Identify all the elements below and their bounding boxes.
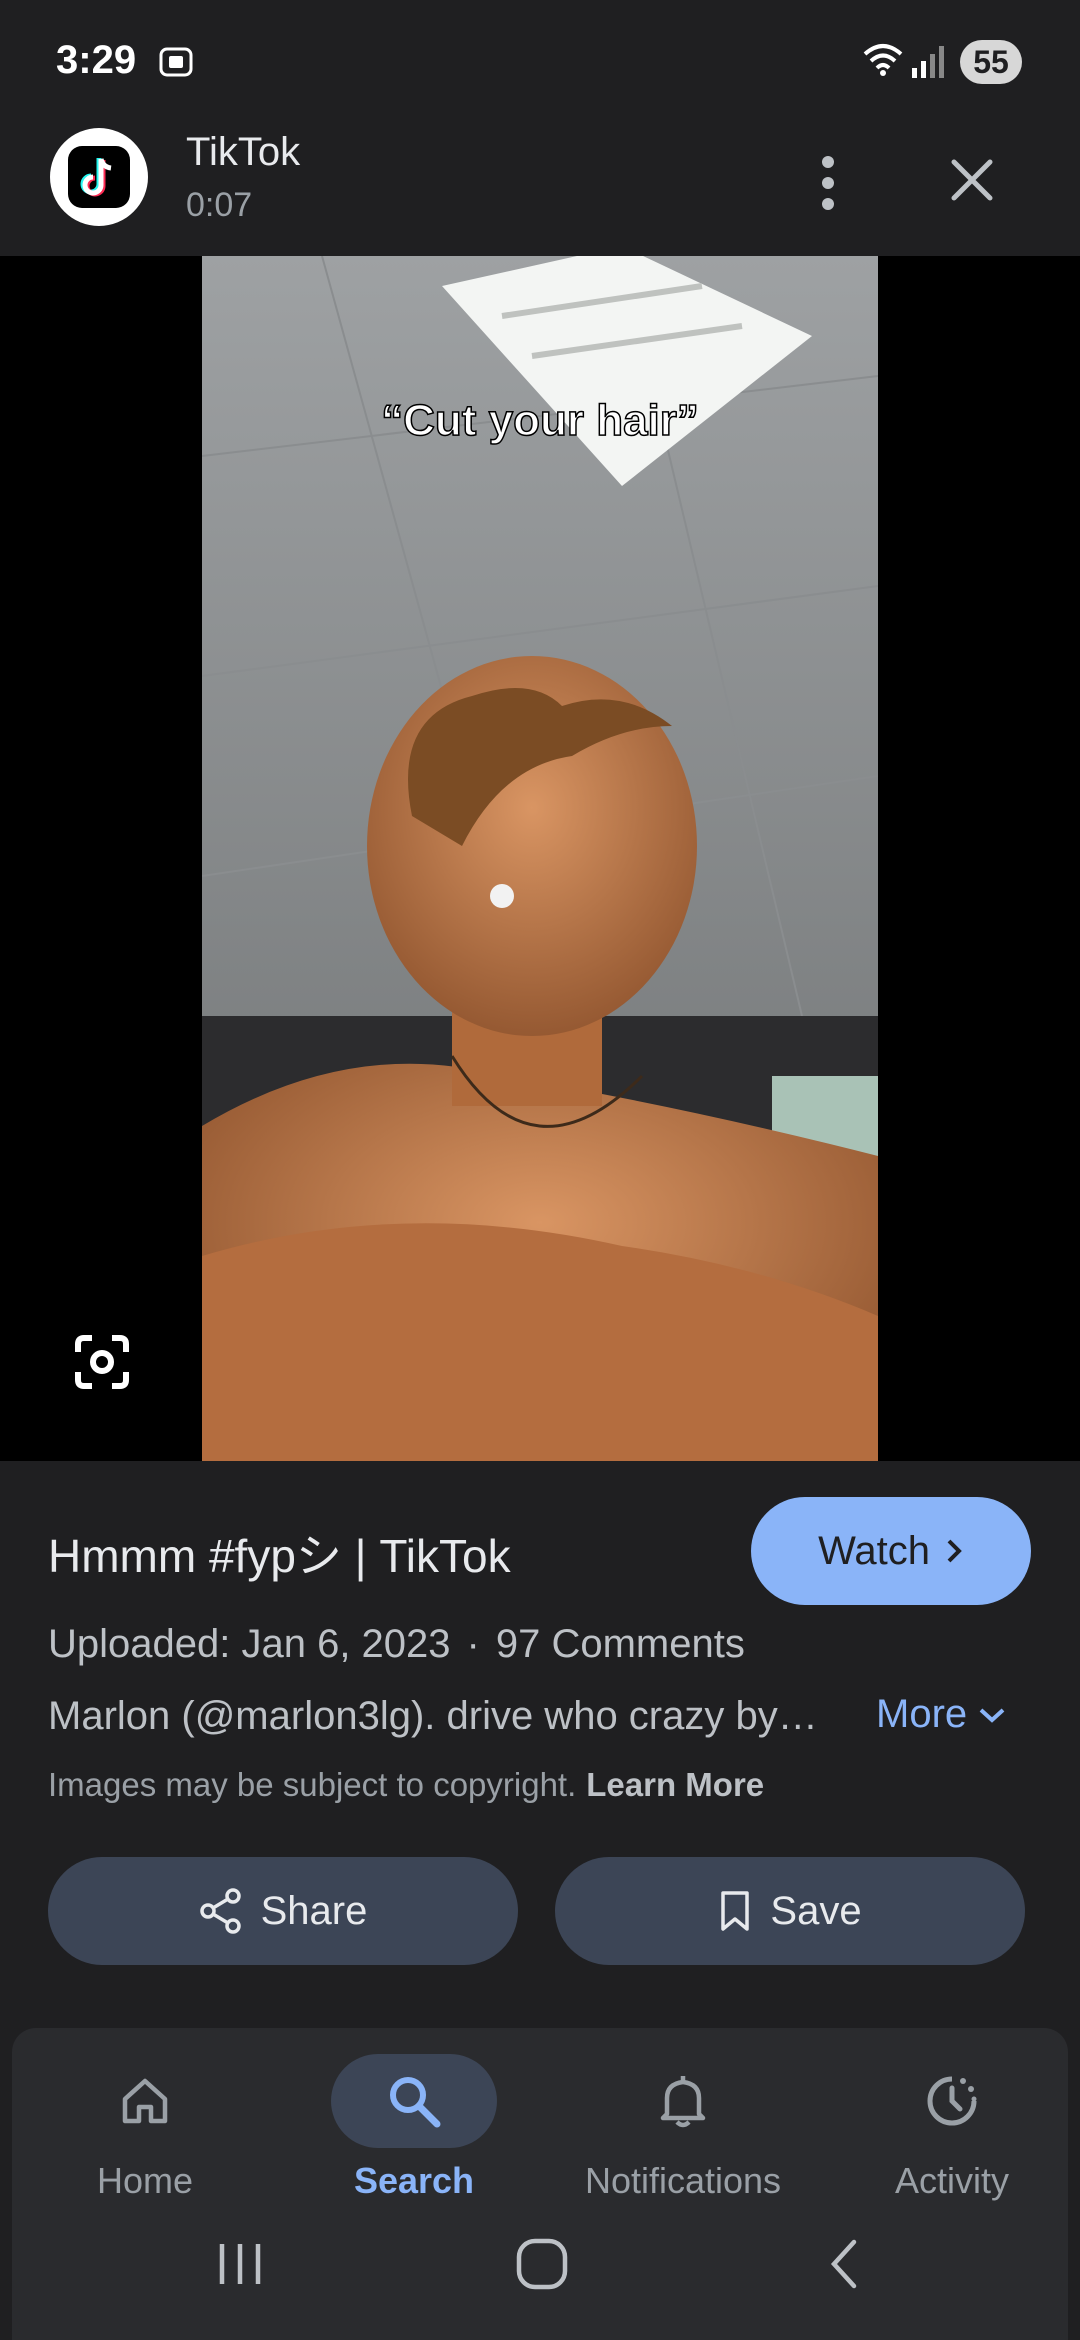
search-icon: [390, 2077, 441, 2128]
save-label: Save: [770, 1888, 862, 1933]
share-label: Share: [260, 1888, 368, 1933]
bell-icon: [660, 2076, 706, 2128]
media-viewer[interactable]: “Cut your hair”: [0, 256, 1080, 1461]
back-icon[interactable]: [824, 2236, 864, 2292]
share-icon: [199, 1888, 241, 1934]
comment-count: 97 Comments: [495, 1622, 745, 1666]
more-label: More: [876, 1692, 968, 1736]
nav-label-search: Search: [353, 2160, 475, 2201]
home-button-icon[interactable]: [514, 2236, 570, 2292]
video-title: Hmmm #fypシ | TikTok: [48, 1530, 511, 1582]
nav-item-notifications[interactable]: Notifications: [563, 2042, 803, 2212]
nav-label-activity: Activity: [894, 2160, 1009, 2201]
copyright-text: Images may be subject to copyright.: [48, 1766, 577, 1803]
lens-search-icon[interactable]: [70, 1330, 134, 1394]
recent-apps-icon[interactable]: [214, 2236, 266, 2292]
share-button[interactable]: Share: [48, 1857, 518, 1965]
system-navigation-bar: [0, 2210, 1080, 2340]
meta-separator: ·: [466, 1622, 480, 1666]
signal-icon: [912, 46, 944, 78]
video-thumbnail[interactable]: “Cut your hair”: [202, 256, 878, 1461]
upload-date: Uploaded: Jan 6, 2023: [48, 1622, 451, 1666]
nav-item-search[interactable]: Search: [294, 2042, 534, 2212]
watch-button-label: Watch: [818, 1528, 930, 1573]
save-button[interactable]: Save: [555, 1857, 1025, 1965]
nav-item-activity[interactable]: Activity: [832, 2042, 1072, 2212]
video-description: Marlon (@marlon3lg). drive who crazy by…: [48, 1694, 818, 1738]
video-duration: 0:07: [186, 186, 253, 224]
tiktok-logo-icon: [50, 128, 148, 226]
chevron-down-icon: [979, 1708, 1005, 1723]
more-button[interactable]: More: [876, 1692, 1007, 1737]
nav-label-home: Home: [96, 2160, 194, 2201]
learn-more-link[interactable]: Learn More: [586, 1766, 764, 1803]
nav-item-home[interactable]: Home: [25, 2042, 265, 2212]
chevron-right-icon: [947, 1539, 962, 1563]
wifi-icon: [863, 44, 903, 76]
status-bar: 3:29 55: [0, 0, 1080, 126]
upload-meta: Uploaded: Jan 6, 2023 · 97 Comments: [48, 1622, 745, 1667]
status-time: 3:29: [56, 38, 137, 82]
copyright-notice: Images may be subject to copyright. Learn…: [48, 1766, 764, 1804]
source-app-name: TikTok: [186, 130, 301, 174]
nav-label-notifications: Notifications: [584, 2160, 782, 2201]
screenshot-icon: [159, 47, 193, 77]
viewer-header: TikTok 0:07: [0, 126, 1080, 256]
activity-icon: [927, 2076, 977, 2126]
more-options-icon[interactable]: [806, 148, 850, 218]
watch-button[interactable]: Watch: [751, 1497, 1031, 1605]
home-icon: [122, 2078, 168, 2124]
close-icon[interactable]: [940, 148, 1004, 212]
bookmark-icon: [721, 1891, 750, 1931]
battery-indicator: 55: [960, 40, 1022, 84]
video-caption-overlay: “Cut your hair”: [380, 395, 699, 446]
